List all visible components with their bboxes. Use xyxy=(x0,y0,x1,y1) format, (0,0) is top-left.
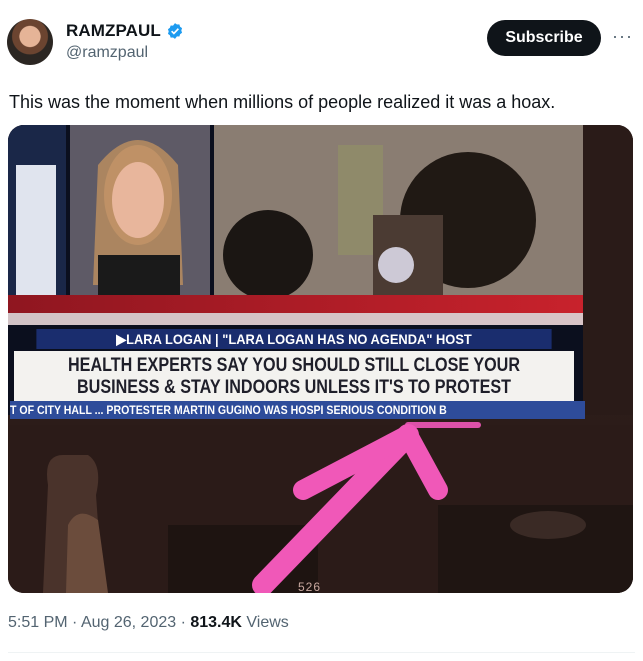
meta-separator: · xyxy=(176,614,191,631)
ellipsis-icon[interactable]: ··· xyxy=(612,26,633,47)
divider xyxy=(8,652,635,653)
author-name[interactable]: RAMZPAUL xyxy=(66,21,161,41)
views-count: 813.4K xyxy=(190,614,242,631)
avatar[interactable] xyxy=(7,19,53,65)
tweet-text: This was the moment when millions of peo… xyxy=(9,92,556,112)
tweet-meta: 5:51 PM · Aug 26, 2023 · 813.4K Views xyxy=(8,614,289,632)
tweet-time[interactable]: 5:51 PM xyxy=(8,614,68,631)
views-label: Views xyxy=(241,614,289,631)
verified-badge-icon xyxy=(167,23,182,39)
author-name-row: RAMZPAUL xyxy=(66,21,184,41)
subscribe-button[interactable]: Subscribe xyxy=(487,20,601,56)
meta-separator: · xyxy=(67,614,81,631)
tweet-media-photo[interactable]: ▶LARA LOGAN | "LARA LOGAN HAS NO AGENDA"… xyxy=(8,125,633,593)
tweet-date[interactable]: Aug 26, 2023 xyxy=(81,614,176,631)
author-handle[interactable]: @ramzpaul xyxy=(66,44,148,62)
pink-arrow-annotation xyxy=(252,422,481,593)
